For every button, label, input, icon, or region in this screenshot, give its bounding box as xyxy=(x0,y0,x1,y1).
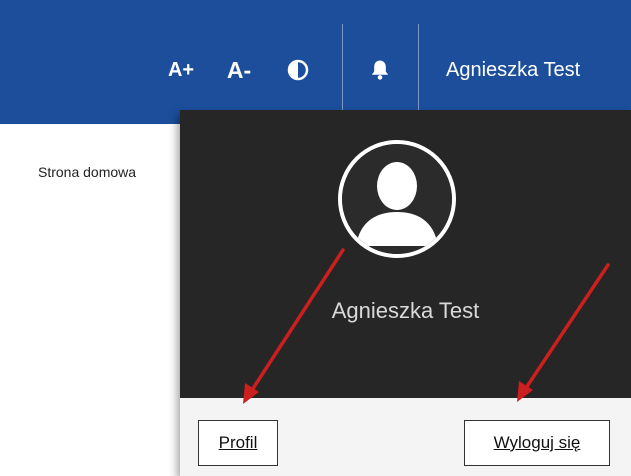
profile-button[interactable]: Profil xyxy=(198,420,278,466)
font-decrease-button[interactable]: A- xyxy=(218,48,260,92)
toolbar-separator xyxy=(418,24,419,124)
user-menu-toggle[interactable]: Agnieszka Test xyxy=(440,48,631,92)
dropdown-footer: Profil Wyloguj się xyxy=(180,398,631,476)
top-navigation-bar: A+ A- Agnieszka Test xyxy=(0,0,631,124)
bell-icon xyxy=(371,60,389,80)
contrast-toggle-button[interactable] xyxy=(280,48,316,92)
logout-button[interactable]: Wyloguj się xyxy=(464,420,610,466)
contrast-icon xyxy=(287,59,309,81)
avatar xyxy=(338,140,456,258)
breadcrumb-home[interactable]: Strona domowa xyxy=(38,164,136,180)
dropdown-user-name: Agnieszka Test xyxy=(331,298,480,323)
font-increase-button[interactable]: A+ xyxy=(160,48,202,92)
notifications-button[interactable] xyxy=(357,48,403,92)
user-dropdown-menu: Agnieszka Test Profil Wyloguj się xyxy=(180,110,631,476)
toolbar-separator xyxy=(342,24,343,124)
user-silhouette-icon xyxy=(342,144,452,254)
